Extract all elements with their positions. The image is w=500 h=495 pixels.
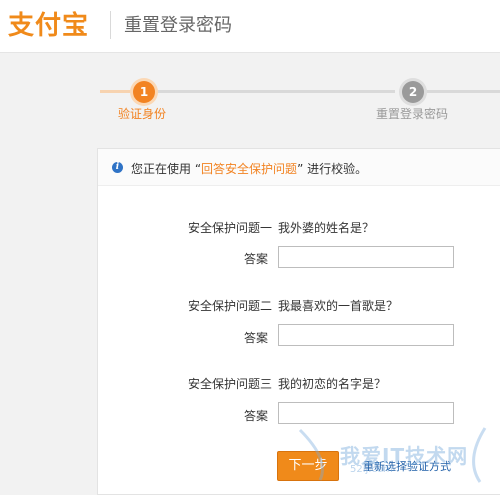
step-line-start — [100, 90, 135, 93]
question-2-text: 我最喜欢的一首歌是？ — [278, 299, 399, 313]
step-line-1-2 — [150, 90, 395, 93]
step-2-label: 重置登录密码 — [376, 107, 449, 121]
step-2-circle: 2 — [402, 81, 424, 103]
info-icon: i — [112, 162, 123, 173]
answer-1-label: 答案 — [244, 252, 269, 266]
header-divider — [110, 11, 111, 39]
alipay-logo[interactable]: 支付宝 — [8, 9, 100, 43]
question-3-label: 安全保护问题三 — [188, 377, 273, 391]
answer-2-label: 答案 — [244, 331, 269, 345]
logo-text: 支付宝 — [8, 11, 90, 41]
answer-3-label: 答案 — [244, 409, 269, 423]
next-step-button[interactable]: 下一步 — [277, 451, 339, 481]
page-title: 重置登录密码 — [124, 15, 232, 36]
step-1-circle: 1 — [133, 81, 155, 103]
step-line-after-2 — [425, 90, 500, 93]
answer-3-input[interactable] — [278, 402, 454, 424]
question-1-text: 我外婆的姓名是？ — [278, 221, 375, 235]
security-question-method-link[interactable]: 回答安全保护问题 — [201, 162, 297, 176]
question-2-label: 安全保护问题二 — [188, 299, 273, 313]
answer-1-input[interactable] — [278, 246, 454, 268]
answer-2-input[interactable] — [278, 324, 454, 346]
step-1-label: 验证身份 — [118, 107, 167, 121]
question-1-label: 安全保护问题一 — [188, 221, 273, 235]
progress-stepper: 1 验证身份 2 重置登录密码 — [0, 53, 500, 143]
notice-text: 您正在使用 “回答安全保护问题” 进行校验。 — [131, 160, 367, 177]
notice-prefix: 您正在使用 “ — [131, 162, 202, 176]
notice-suffix: ” 进行校验。 — [297, 162, 368, 176]
change-verification-method-link[interactable]: 重新选择验证方式 — [363, 458, 451, 474]
verification-panel: i 您正在使用 “回答安全保护问题” 进行校验。 安全保护问题一 我外婆的姓名是… — [97, 148, 500, 495]
header: 支付宝 重置登录密码 — [0, 0, 500, 53]
verification-notice: i 您正在使用 “回答安全保护问题” 进行校验。 — [98, 149, 500, 186]
question-3-text: 我的初恋的名字是？ — [278, 377, 387, 391]
